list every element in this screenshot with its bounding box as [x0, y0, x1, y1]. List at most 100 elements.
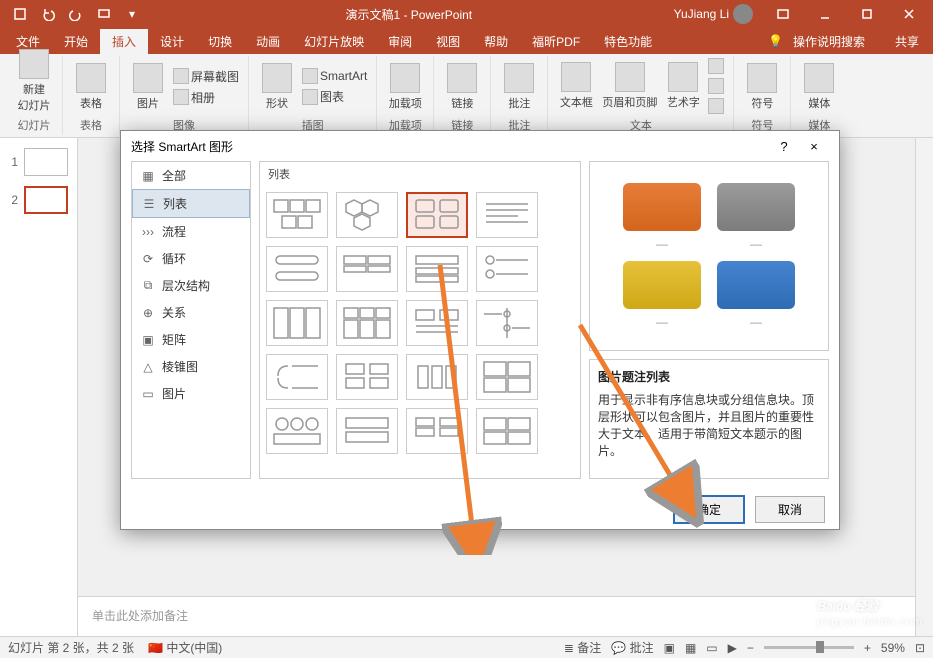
- thumbnail-2[interactable]: 2: [6, 186, 71, 214]
- layout-item[interactable]: [266, 246, 328, 292]
- layout-item[interactable]: [336, 300, 398, 346]
- cat-cycle[interactable]: ⟳循环: [132, 245, 250, 272]
- layout-item[interactable]: [266, 192, 328, 238]
- tell-me[interactable]: 操作说明搜索: [793, 33, 865, 50]
- layout-item[interactable]: [476, 300, 538, 346]
- cat-all[interactable]: ▦全部: [132, 162, 250, 189]
- cat-pyramid[interactable]: △棱锥图: [132, 353, 250, 380]
- minimize-icon[interactable]: [805, 0, 845, 28]
- addin-button[interactable]: 加载项: [385, 61, 425, 113]
- symbol-button[interactable]: 符号: [742, 61, 782, 113]
- dialog-help-button[interactable]: ?: [769, 139, 799, 154]
- comment-button[interactable]: 批注: [499, 61, 539, 113]
- view-reading-icon[interactable]: ▭: [706, 641, 717, 655]
- fit-window-icon[interactable]: ⊡: [915, 641, 925, 655]
- layout-item[interactable]: [406, 300, 468, 346]
- quick-access-toolbar: ▾: [0, 2, 152, 26]
- language-indicator[interactable]: 🇨🇳 中文(中国): [148, 639, 222, 656]
- textbox-icon: [561, 62, 591, 92]
- layout-item[interactable]: [266, 300, 328, 346]
- zoom-percent[interactable]: 59%: [881, 641, 905, 655]
- tab-view[interactable]: 视图: [424, 29, 472, 54]
- layout-item[interactable]: [336, 192, 398, 238]
- tab-slideshow[interactable]: 幻灯片放映: [292, 29, 376, 54]
- tab-home[interactable]: 开始: [52, 29, 100, 54]
- layout-item[interactable]: [476, 246, 538, 292]
- table-button[interactable]: 表格: [71, 61, 111, 113]
- cat-process[interactable]: ›››流程: [132, 218, 250, 245]
- tab-review[interactable]: 审阅: [376, 29, 424, 54]
- tab-animations[interactable]: 动画: [244, 29, 292, 54]
- thumbnail-1[interactable]: 1: [6, 148, 71, 176]
- layout-item[interactable]: [266, 354, 328, 400]
- layout-item[interactable]: [406, 246, 468, 292]
- user-account[interactable]: YuJiang Li: [666, 4, 761, 24]
- gallery-grid[interactable]: [260, 186, 580, 478]
- vertical-scrollbar[interactable]: [915, 138, 933, 636]
- ok-button[interactable]: 确定: [673, 495, 745, 524]
- zoom-out-button[interactable]: −: [747, 641, 754, 655]
- group-slides: 新建 幻灯片 幻灯片: [6, 56, 63, 135]
- cat-relation[interactable]: ⊕关系: [132, 299, 250, 326]
- tab-special[interactable]: 特色功能: [592, 29, 664, 54]
- cat-picture[interactable]: ▭图片: [132, 380, 250, 407]
- layout-item[interactable]: [336, 408, 398, 454]
- media-button[interactable]: 媒体: [799, 61, 839, 113]
- layout-item[interactable]: [336, 246, 398, 292]
- cancel-button[interactable]: 取消: [755, 496, 825, 523]
- wordart-button[interactable]: 艺术字: [663, 60, 703, 112]
- tab-design[interactable]: 设计: [148, 29, 196, 54]
- zoom-thumb[interactable]: [816, 641, 824, 653]
- zoom-in-button[interactable]: +: [864, 641, 871, 655]
- notes-pane[interactable]: 单击此处添加备注: [78, 596, 915, 636]
- close-icon[interactable]: [889, 0, 929, 28]
- layout-item[interactable]: [406, 354, 468, 400]
- text-extra3-button[interactable]: [707, 97, 725, 115]
- group-tables: 表格 表格: [63, 56, 120, 135]
- share-button[interactable]: 共享: [895, 33, 919, 50]
- dialog-title: 选择 SmartArt 图形: [131, 138, 769, 155]
- textbox-button[interactable]: 文本框: [556, 60, 596, 112]
- layout-item[interactable]: [406, 408, 468, 454]
- album-button[interactable]: 相册: [172, 88, 240, 107]
- smartart-button[interactable]: SmartArt: [301, 67, 368, 85]
- dialog-close-button[interactable]: ×: [799, 139, 829, 154]
- present-icon[interactable]: [92, 2, 116, 26]
- new-slide-button[interactable]: 新建 幻灯片: [14, 47, 54, 115]
- picture-button[interactable]: 图片: [128, 61, 168, 113]
- tab-insert[interactable]: 插入: [100, 29, 148, 54]
- headerfooter-button[interactable]: 页眉和页脚: [600, 60, 659, 112]
- save-icon[interactable]: [8, 2, 32, 26]
- chart-button[interactable]: 图表: [301, 87, 368, 106]
- cat-list[interactable]: ☰列表: [132, 189, 250, 218]
- shapes-button[interactable]: 形状: [257, 61, 297, 113]
- comments-toggle[interactable]: 💬 批注: [611, 639, 653, 656]
- link-button[interactable]: 链接: [442, 61, 482, 113]
- zoom-slider[interactable]: [764, 646, 854, 649]
- view-normal-icon[interactable]: ▣: [664, 641, 675, 655]
- undo-icon[interactable]: [36, 2, 60, 26]
- ribbon-display-icon[interactable]: [763, 0, 803, 28]
- cat-matrix[interactable]: ▣矩阵: [132, 326, 250, 353]
- layout-item[interactable]: [266, 408, 328, 454]
- text-extra2-button[interactable]: [707, 77, 725, 95]
- cat-hierarchy[interactable]: ⧉层次结构: [132, 272, 250, 299]
- gallery-heading: 列表: [260, 162, 580, 186]
- layout-item[interactable]: [476, 354, 538, 400]
- text-extra1-button[interactable]: [707, 57, 725, 75]
- qat-more-icon[interactable]: ▾: [120, 2, 144, 26]
- category-list: ▦全部 ☰列表 ›››流程 ⟳循环 ⧉层次结构 ⊕关系 ▣矩阵 △棱锥图 ▭图片: [131, 161, 251, 479]
- notes-toggle[interactable]: ≣ 备注: [564, 639, 601, 656]
- layout-item[interactable]: [476, 192, 538, 238]
- redo-icon[interactable]: [64, 2, 88, 26]
- layout-item[interactable]: [476, 408, 538, 454]
- screenshot-button[interactable]: 屏幕截图: [172, 67, 240, 86]
- maximize-icon[interactable]: [847, 0, 887, 28]
- layout-item[interactable]: [336, 354, 398, 400]
- layout-item-selected[interactable]: [406, 192, 468, 238]
- tab-help[interactable]: 帮助: [472, 29, 520, 54]
- tab-foxit[interactable]: 福昕PDF: [520, 29, 592, 54]
- view-slideshow-icon[interactable]: ▶: [728, 641, 737, 655]
- tab-transitions[interactable]: 切换: [196, 29, 244, 54]
- view-sorter-icon[interactable]: ▦: [685, 641, 696, 655]
